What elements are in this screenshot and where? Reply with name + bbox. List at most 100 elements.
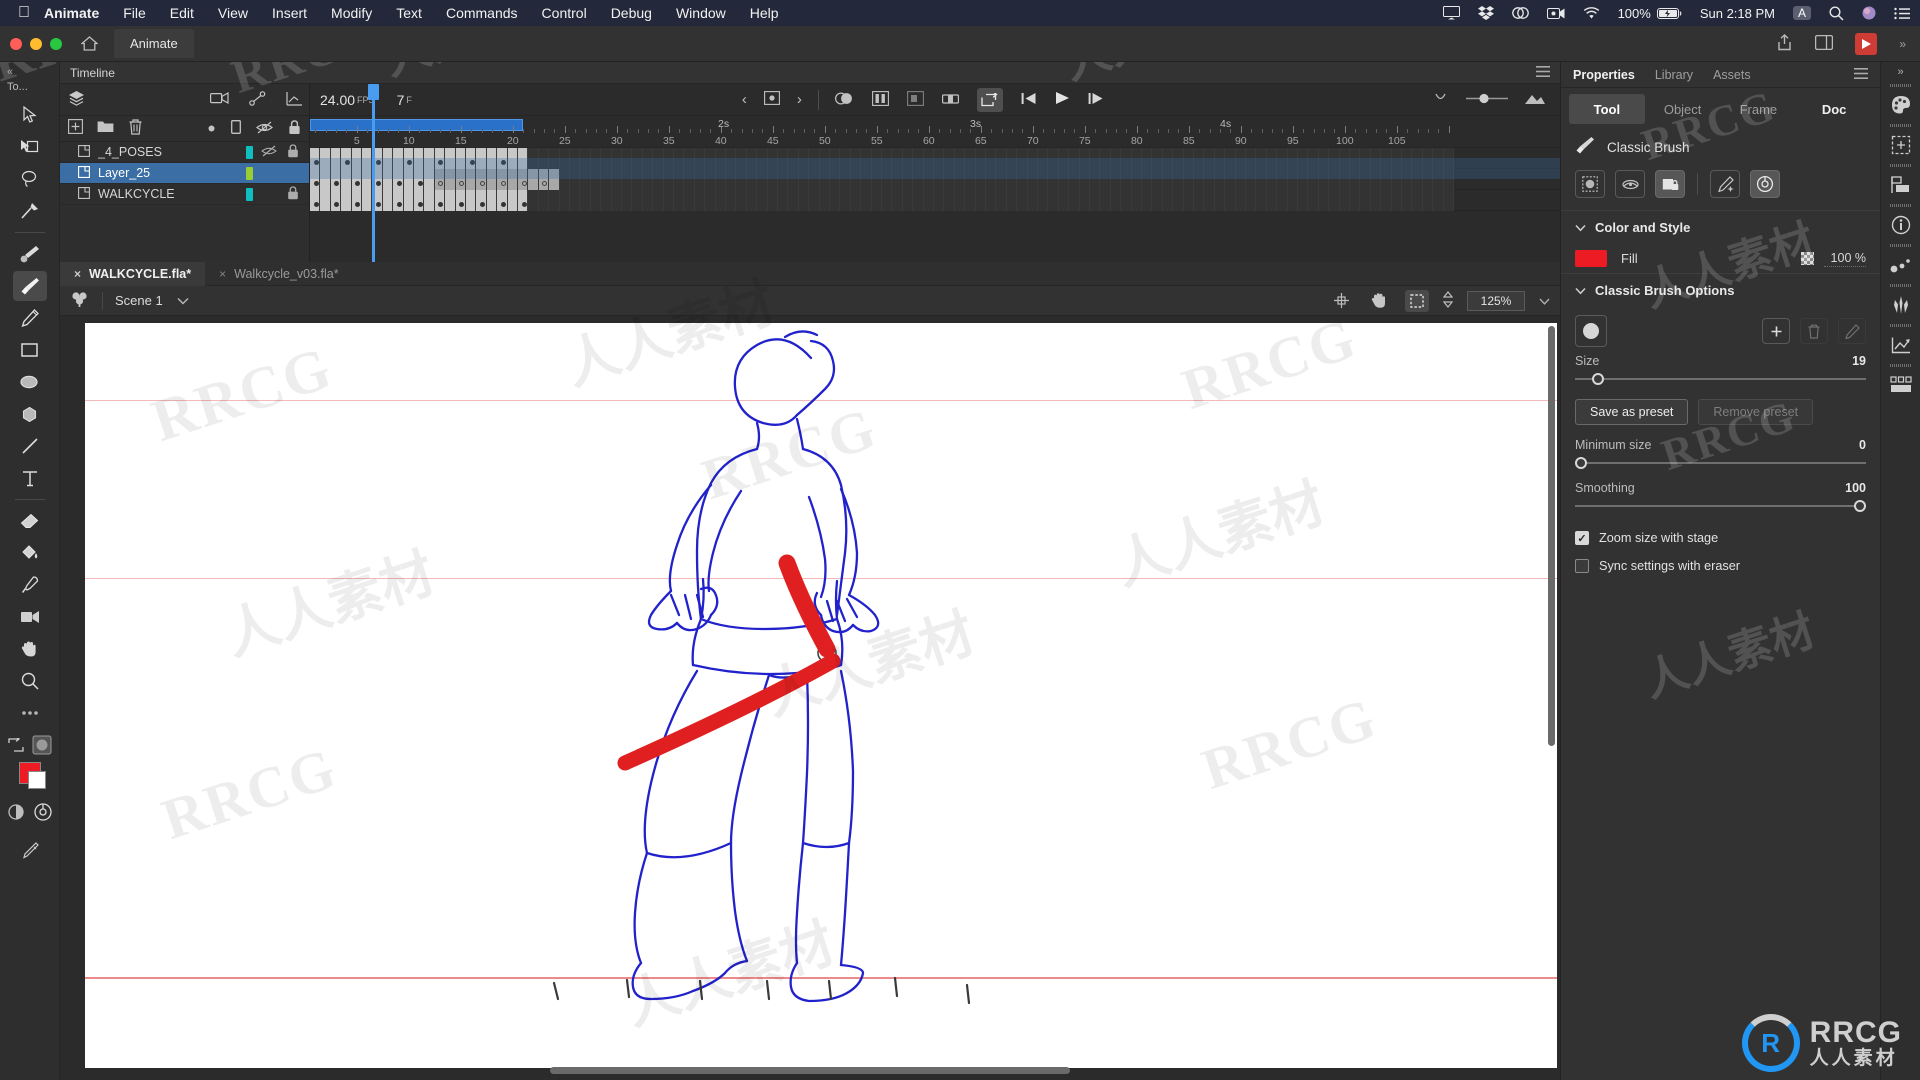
timeline-frame-cell[interactable]	[1214, 169, 1226, 190]
timeline-frame-cell[interactable]	[1225, 148, 1236, 169]
eye-column-icon[interactable]	[256, 121, 273, 137]
menu-help[interactable]: Help	[750, 5, 779, 21]
timeline-frame-cell[interactable]	[1443, 148, 1454, 169]
timeline-frame-cell[interactable]	[944, 190, 955, 211]
timeline-frame-cell[interactable]	[1131, 190, 1142, 211]
timeline-frame-cell[interactable]	[944, 148, 955, 169]
close-tab-icon[interactable]: ×	[219, 267, 226, 281]
timeline-frame-cell[interactable]	[1173, 190, 1184, 211]
timeline-frame-cell[interactable]	[528, 190, 539, 211]
timeline-frame-cell[interactable]	[1204, 190, 1215, 211]
timeline-frame-cell[interactable]	[320, 148, 331, 169]
timeline-frame-cell[interactable]	[497, 190, 508, 211]
line-tool[interactable]	[13, 431, 47, 461]
color-palette-icon[interactable]	[1884, 84, 1918, 122]
sync-settings-with-eraser-row[interactable]: Sync settings with eraser	[1561, 552, 1880, 580]
timeline-frame-cell[interactable]	[1329, 148, 1340, 169]
timeline-frame-cell[interactable]	[684, 190, 695, 211]
timeline-frame-cell[interactable]	[570, 190, 581, 211]
timeline-frame-cell[interactable]	[663, 148, 674, 169]
timeline-frame-cell[interactable]	[414, 169, 425, 190]
minimum-size-slider-knob[interactable]	[1575, 457, 1587, 469]
timeline-frame-cell[interactable]	[1402, 148, 1413, 169]
timeline-frame-cell[interactable]	[861, 190, 872, 211]
timeline-frame-cell[interactable]	[1183, 169, 1194, 190]
step-back-icon[interactable]	[1021, 92, 1037, 108]
timeline-frame-cell[interactable]	[1038, 190, 1049, 211]
menu-bar-clock[interactable]: Sun 2:18 PM	[1700, 6, 1775, 21]
hand-tool[interactable]	[13, 634, 47, 664]
segment-doc[interactable]: Doc	[1796, 94, 1872, 124]
fluid-brush-tool[interactable]	[13, 239, 47, 269]
timeline-frame-cell[interactable]	[986, 190, 997, 211]
timeline-frame-cell[interactable]	[1069, 148, 1080, 169]
timeline-frame-cell[interactable]	[466, 169, 477, 190]
timeline-frame-cell[interactable]	[1256, 148, 1267, 169]
timeline-frame-cell[interactable]	[1329, 169, 1340, 190]
timeline-frame-cell[interactable]	[850, 169, 862, 190]
playhead-handle[interactable]	[368, 84, 379, 100]
keyframe-marker[interactable]	[334, 202, 340, 207]
stage-white-canvas[interactable]	[85, 323, 1557, 1068]
loop-playback-icon[interactable]	[976, 87, 1003, 112]
timeline-frame-cell[interactable]	[1214, 148, 1226, 169]
timeline-frame-cell[interactable]	[622, 148, 633, 169]
keyframe-marker[interactable]	[479, 202, 485, 207]
timeline-camera-icon[interactable]	[210, 91, 229, 109]
timeline-frame-cell[interactable]	[934, 190, 945, 211]
timeline-frame-cell[interactable]	[1079, 148, 1090, 169]
keyframe-marker[interactable]	[500, 181, 506, 186]
timeline-frame-cell[interactable]	[653, 169, 664, 190]
timeline-frame-cell[interactable]	[1339, 190, 1350, 211]
keyframe-marker[interactable]	[334, 181, 340, 186]
timeline-frame-cell[interactable]	[1318, 148, 1330, 169]
zoom-dropdown-chevron-icon[interactable]	[1539, 293, 1550, 308]
timeline-frame-cell[interactable]	[622, 190, 633, 211]
timeline-frame-cell[interactable]	[746, 169, 758, 190]
timeline-frame-cell[interactable]	[1090, 169, 1101, 190]
color-and-style-section-header[interactable]: Color and Style	[1561, 210, 1880, 244]
timeline-frame-cell[interactable]	[1152, 190, 1163, 211]
timeline-frame-cell[interactable]	[1100, 169, 1111, 190]
stage-horizontal-scrollbar[interactable]	[550, 1067, 1070, 1074]
timeline-frame-cell[interactable]	[757, 148, 768, 169]
eraser-tool[interactable]	[13, 506, 47, 536]
timeline-frame-cell[interactable]	[570, 148, 581, 169]
timeline-frame-cell[interactable]	[445, 190, 456, 211]
timeline-frame-cell[interactable]	[746, 148, 758, 169]
insert-keyframe-icon[interactable]	[763, 91, 780, 108]
add-layer-icon[interactable]	[68, 119, 83, 138]
timeline-frame-cell[interactable]	[882, 169, 893, 190]
keyframe-marker[interactable]	[417, 202, 423, 207]
timeline-frame-cell[interactable]	[1100, 148, 1111, 169]
keyframe-marker[interactable]	[313, 181, 319, 186]
timeline-frame-cell[interactable]	[351, 148, 362, 169]
timeline-frame-cell[interactable]	[1110, 190, 1122, 211]
timeline-frame-cell[interactable]	[1256, 169, 1267, 190]
keyframe-marker[interactable]	[417, 181, 423, 186]
smoothing-slider[interactable]	[1575, 498, 1866, 514]
timeline-frame-cell[interactable]	[694, 169, 706, 190]
timeline-frame-cell[interactable]	[986, 148, 997, 169]
timeline-frame-cell[interactable]	[1131, 148, 1142, 169]
timeline-frame-cell[interactable]	[445, 169, 456, 190]
layer-color-chip[interactable]	[246, 145, 253, 159]
timeline-frame-cell[interactable]	[455, 148, 466, 169]
timeline-frame-cell[interactable]	[1058, 148, 1070, 169]
timeline-frame-cell[interactable]	[538, 169, 550, 190]
timeline-frame-cell[interactable]	[1433, 190, 1444, 211]
timeline-frame-cell[interactable]	[1225, 169, 1236, 190]
keyframe-marker[interactable]	[542, 181, 548, 186]
timeline-frame-cell[interactable]	[1194, 148, 1205, 169]
timeline-frame-cell[interactable]	[1298, 190, 1309, 211]
timeline-frame-cell[interactable]	[705, 169, 716, 190]
layer-color-chip[interactable]	[246, 187, 253, 201]
brush-size-slider[interactable]	[1575, 371, 1866, 387]
test-movie-button[interactable]	[1855, 32, 1878, 55]
timeline-frame-cell[interactable]	[965, 190, 976, 211]
menu-window[interactable]: Window	[676, 5, 726, 21]
timeline-frame-cell[interactable]	[1048, 148, 1059, 169]
timeline-frame-cell[interactable]	[1121, 190, 1132, 211]
delete-preset-icon[interactable]	[1800, 318, 1828, 344]
close-window-button[interactable]	[10, 37, 22, 50]
